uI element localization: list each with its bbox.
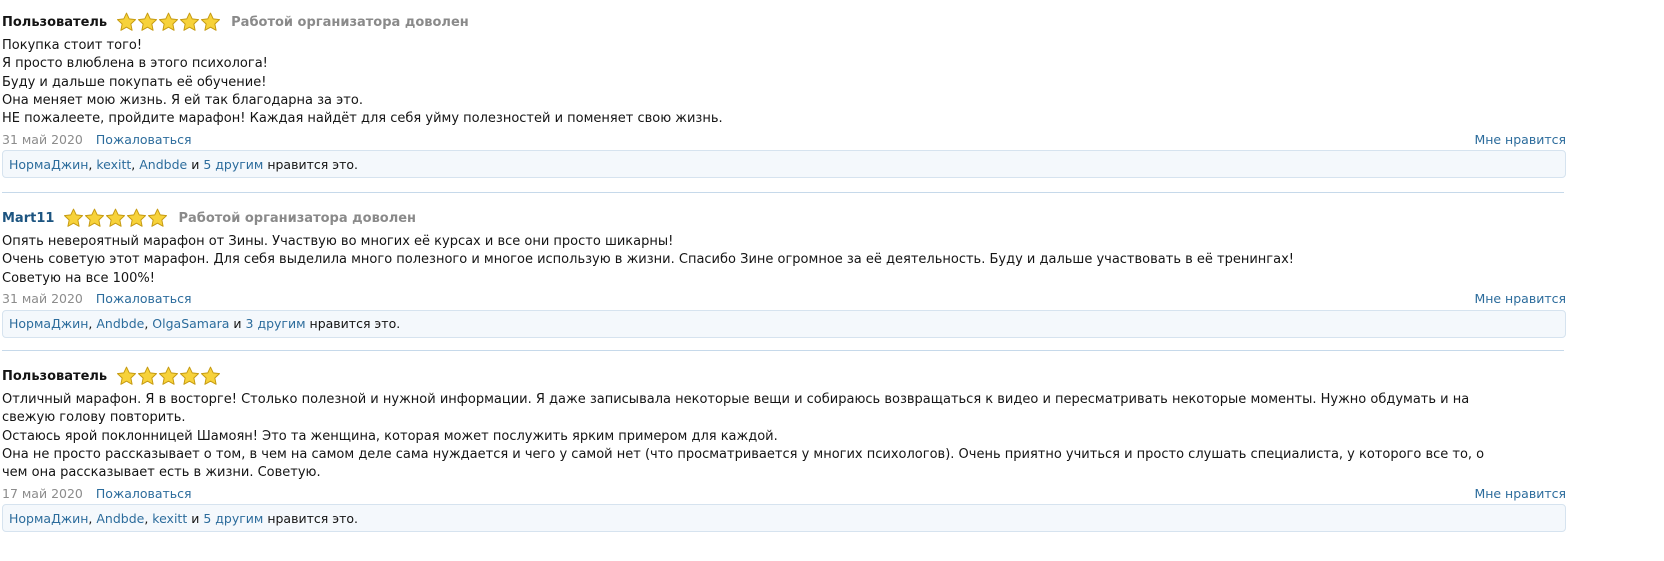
review-divider [2, 192, 1564, 193]
report-link[interactable]: Пожаловаться [96, 132, 192, 147]
star-icon [201, 12, 221, 31]
likes-conjunction: и [191, 156, 200, 172]
star-icon [138, 12, 158, 31]
review-text: Отличный марафон. Я в восторге! Столько … [2, 391, 1566, 482]
review-item: Mart11 Работой организатора доволен Опят… [0, 203, 1566, 338]
star-icon [64, 208, 84, 227]
liker-link[interactable]: kexitt [152, 511, 187, 526]
review-text-line: Покупка стоит того! [2, 38, 143, 53]
likes-conjunction: и [233, 316, 242, 332]
review-meta: 31 май 2020 Пожаловаться Мне нравится [0, 289, 1566, 309]
reviews-list: Пользователь Работой организатора доволе… [0, 0, 1664, 561]
review-item: Пользователь Отличный марафон. Я в восто… [0, 361, 1566, 533]
review-author: Пользователь [2, 14, 108, 30]
likes-others-link[interactable]: 5 другим [203, 157, 263, 172]
review-verdict: Работой организатора доволен [231, 14, 469, 30]
likes-summary: НормаДжин, kexitt, Andbde и 5 другим нра… [2, 150, 1566, 179]
likes-others-link[interactable]: 5 другим [203, 511, 263, 526]
star-rating [63, 207, 168, 229]
review-author-link[interactable]: Mart11 [2, 211, 54, 226]
review-divider [2, 350, 1564, 351]
review-date: 17 май 2020 [2, 485, 83, 501]
like-link[interactable]: Мне нравится [1474, 132, 1566, 147]
like-link[interactable]: Мне нравится [1474, 486, 1566, 501]
review-text-line: Остаюсь ярой поклонницей Шамоян! Это та … [2, 428, 778, 444]
review-text: Покупка стоит того! Я просто влюблена в … [2, 37, 1566, 128]
likes-suffix: нравится это. [309, 316, 401, 332]
star-icon [159, 366, 179, 385]
liker-link[interactable]: НормаДжин [9, 316, 88, 331]
review-text-line: Очень советую этот марафон. Для себя выд… [2, 252, 1295, 268]
review-author: Пользователь [2, 368, 108, 384]
likes-summary: НормаДжин, Andbde, kexitt и 5 другим нра… [2, 504, 1566, 533]
review-date: 31 май 2020 [2, 291, 83, 307]
likes-suffix: нравится это. [267, 510, 358, 526]
liker-link[interactable]: kexitt [96, 157, 131, 172]
star-icon [159, 12, 179, 31]
review-text-line: Она не просто рассказывает о том, в чем … [2, 446, 1489, 481]
review-meta: 17 май 2020 Пожаловаться Мне нравится [0, 483, 1566, 503]
review-header: Пользователь [0, 361, 1566, 391]
star-icon [138, 366, 158, 385]
liker-link[interactable]: Andbde [96, 316, 144, 331]
review-item: Пользователь Работой организатора доволе… [0, 7, 1566, 179]
review-text-line: Советую на все 100%! [2, 270, 155, 286]
review-text-line: Опять невероятный марафон от Зины. Участ… [2, 234, 674, 249]
star-icon [127, 208, 147, 227]
star-icon [106, 208, 126, 227]
likes-others-link[interactable]: 3 другим [246, 316, 306, 331]
review-header: Mart11 Работой организатора доволен [0, 203, 1566, 233]
star-icon [117, 12, 137, 31]
star-icon [201, 366, 221, 385]
star-icon [148, 208, 168, 227]
liker-link[interactable]: OlgaSamara [152, 316, 229, 331]
likes-suffix: нравится это. [267, 156, 358, 172]
review-date: 31 май 2020 [2, 131, 83, 147]
review-text: Опять невероятный марафон от Зины. Участ… [2, 233, 1566, 288]
star-icon [180, 12, 200, 31]
liker-link[interactable]: Andbde [96, 511, 144, 526]
star-icon [85, 208, 105, 227]
report-link[interactable]: Пожаловаться [96, 486, 192, 501]
review-text-line: Она меняет мою жизнь. Я ей так благодарн… [2, 92, 363, 108]
star-rating [116, 11, 221, 33]
like-link[interactable]: Мне нравится [1474, 291, 1566, 306]
review-verdict: Работой организатора доволен [178, 210, 417, 226]
star-rating [116, 365, 221, 387]
review-header: Пользователь Работой организатора доволе… [0, 7, 1566, 37]
review-text-line: Отличный марафон. Я в восторге! Столько … [2, 392, 1474, 426]
review-text-line: Я просто влюблена в этого психолога! [2, 56, 268, 72]
review-text-line: НЕ пожалеете, пройдите марафон! Каждая н… [2, 111, 723, 127]
star-icon [117, 366, 137, 385]
likes-summary: НормаДжин, Andbde, OlgaSamara и 3 другим… [2, 309, 1566, 338]
liker-link[interactable]: НормаДжин [9, 157, 88, 172]
liker-link[interactable]: НормаДжин [9, 511, 88, 526]
report-link[interactable]: Пожаловаться [96, 291, 192, 306]
star-icon [180, 366, 200, 385]
review-text-line: Буду и дальше покупать её обучение! [2, 74, 267, 90]
liker-link[interactable]: Andbde [139, 157, 187, 172]
likes-conjunction: и [191, 510, 200, 526]
review-meta: 31 май 2020 Пожаловаться Мне нравится [0, 129, 1566, 149]
